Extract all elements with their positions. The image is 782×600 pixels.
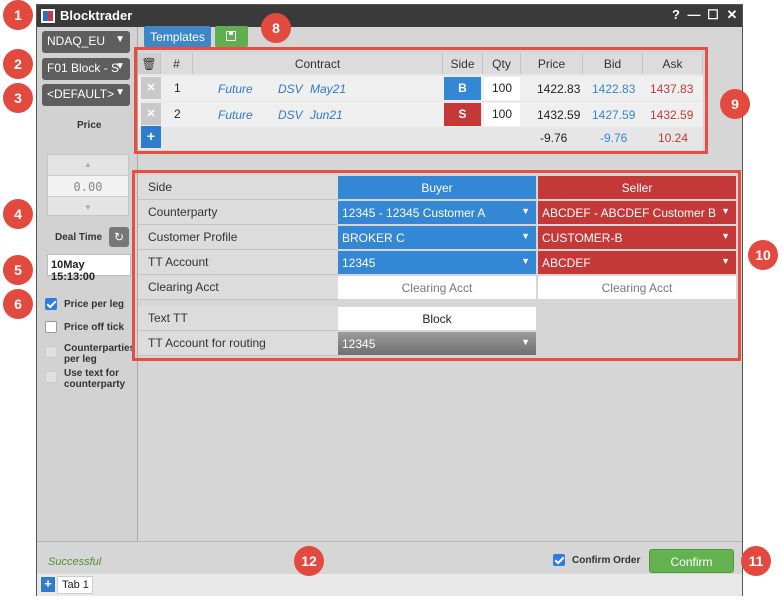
block-type-dropdown[interactable]: F01 Block - S ▼ <box>42 58 130 80</box>
callout-8: 8 <box>261 13 291 43</box>
confirm-button[interactable]: Confirm <box>649 549 734 573</box>
counterparties-per-leg-checkbox <box>45 346 57 358</box>
title-bar: Blocktrader ? — ☐ ✕ <box>37 5 742 27</box>
price-label: Price <box>77 120 102 131</box>
confirm-order-checkbox[interactable] <box>553 554 565 566</box>
deal-time-label: Deal Time <box>55 232 103 243</box>
decrement-icon[interactable]: ▼ <box>48 203 128 212</box>
reset-icon[interactable]: ↻ <box>109 227 129 247</box>
tab-bar: + Tab 1 <box>37 574 742 596</box>
callout-11: 11 <box>741 546 771 576</box>
save-button[interactable] <box>215 26 248 47</box>
use-text-counterparty-label: Use text for counterparty <box>64 368 126 390</box>
callout-9: 9 <box>720 89 750 119</box>
chevron-down-icon: ▼ <box>115 34 125 45</box>
confirm-order-label: Confirm Order <box>572 555 641 566</box>
exchange-dropdown[interactable]: NDAQ_EU ▼ <box>42 31 130 53</box>
account-dropdown[interactable]: <DEFAULT> ▼ <box>42 84 130 106</box>
price-per-leg-label: Price per leg <box>64 299 125 310</box>
callout-12: 12 <box>294 546 324 576</box>
callout-6: 6 <box>3 289 33 319</box>
chevron-down-icon: ▼ <box>115 61 125 72</box>
window-title: Blocktrader <box>60 8 133 23</box>
status-message: Successful <box>48 556 102 568</box>
account-value: <DEFAULT> <box>47 87 115 101</box>
exchange-value: NDAQ_EU <box>47 34 106 48</box>
callout-3: 3 <box>3 83 33 113</box>
price-off-tick-label: Price off tick <box>64 322 125 333</box>
callout-2: 2 <box>3 49 33 79</box>
callout-4: 4 <box>3 199 33 229</box>
close-icon[interactable]: ✕ <box>725 7 739 23</box>
app-logo-icon <box>41 9 55 23</box>
callout-10: 10 <box>748 240 778 270</box>
callout-5: 5 <box>3 255 33 285</box>
maximize-icon[interactable]: ☐ <box>706 7 720 23</box>
chevron-down-icon: ▼ <box>115 87 125 98</box>
price-per-leg-checkbox[interactable] <box>45 298 57 310</box>
callout-1: 1 <box>3 0 33 30</box>
minimize-icon[interactable]: — <box>687 7 701 22</box>
price-stepper[interactable]: ▲ 0.00 ▼ <box>47 154 129 216</box>
price-off-tick-checkbox[interactable] <box>45 321 57 333</box>
use-text-counterparty-checkbox <box>45 371 57 383</box>
properties-highlight <box>132 170 741 361</box>
legs-table-highlight <box>134 47 708 154</box>
price-value[interactable]: 0.00 <box>48 175 128 197</box>
deal-time-field[interactable]: 10May 15:13:00 <box>47 254 131 283</box>
help-icon[interactable]: ? <box>669 7 683 22</box>
save-icon <box>226 31 236 41</box>
counterparties-per-leg-label: Counterparties per leg <box>64 343 136 365</box>
increment-icon[interactable]: ▲ <box>48 160 128 169</box>
add-tab-icon[interactable]: + <box>41 577 55 592</box>
templates-button[interactable]: Templates <box>144 26 211 47</box>
block-type-value: F01 Block - S <box>47 61 120 75</box>
left-panel: NDAQ_EU ▼ F01 Block - S ▼ <DEFAULT> ▼ Pr… <box>37 27 138 547</box>
tab-1[interactable]: Tab 1 <box>57 576 93 594</box>
